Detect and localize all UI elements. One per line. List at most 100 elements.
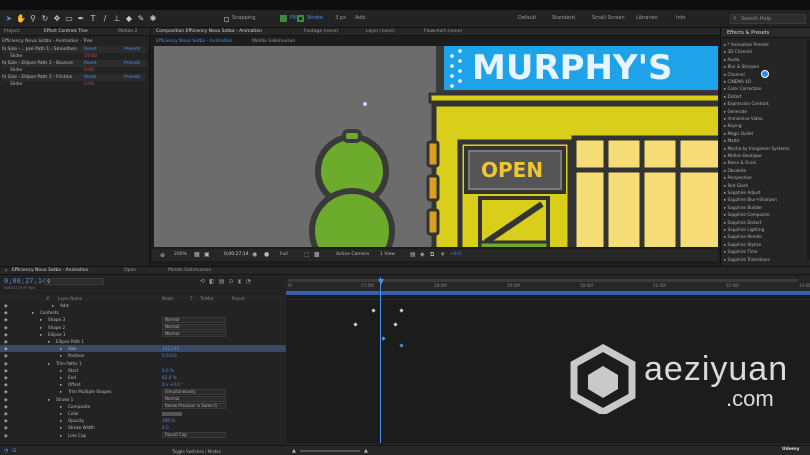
twirl-arrow-icon[interactable]: ▸ (32, 309, 34, 316)
playhead-line[interactable] (380, 277, 381, 443)
twirl-arrow-icon[interactable]: ▸ (60, 388, 62, 395)
pen-icon[interactable]: ✒ (76, 13, 86, 24)
property-value[interactable]: 0.0 % (162, 367, 174, 374)
slider-value[interactable]: 19.00 (84, 53, 97, 60)
twirl-arrow-icon[interactable]: ▸ (60, 367, 62, 374)
visibility-eye-icon[interactable]: ◉ (4, 331, 8, 338)
layer-property-row[interactable]: ◉ ▸ Stroke Width 4.0 (0, 424, 286, 431)
twirl-arrow-icon[interactable]: ▸ (60, 381, 62, 388)
visibility-eye-icon[interactable]: ◉ (4, 403, 8, 410)
visibility-eye-icon[interactable]: ◉ (4, 410, 8, 417)
hand-icon[interactable]: ✋ (16, 13, 26, 24)
slider-row[interactable]: Slider 19.00 (2, 53, 146, 60)
col-t[interactable]: T (190, 295, 192, 302)
effect-row[interactable]: fx Size - Ellipse Path 1 - Friction Reset… (2, 74, 146, 81)
mode-dropdown[interactable]: Normal (162, 396, 226, 403)
layer-property-row[interactable]: ◉ ▸ Ellipse Path 1 (0, 338, 286, 345)
preset-category-item[interactable]: ▸ Color Correction (724, 86, 761, 92)
color-icon[interactable]: ● (264, 251, 269, 258)
visibility-eye-icon[interactable]: ◉ (4, 302, 8, 309)
flowchart-icon[interactable]: ⧉ (430, 251, 434, 259)
preset-category-item[interactable]: ▸ Sapphire Adjust (724, 190, 760, 196)
layer-property-row[interactable]: ◉ ▸ Position 0.0,0.0 (0, 352, 286, 359)
snapping-checkbox[interactable] (224, 17, 229, 22)
keyframe[interactable] (393, 322, 398, 327)
preset-category-item[interactable]: ▸ 3D Channel (724, 49, 752, 55)
effect-reset[interactable]: Reset (84, 74, 97, 81)
type-icon[interactable]: T (88, 13, 98, 24)
brush-icon[interactable]: / (100, 13, 110, 24)
visibility-eye-icon[interactable]: ◉ (4, 360, 8, 367)
preset-category-item[interactable]: ▸ Blur & Sharpen (724, 64, 759, 70)
preset-category-item[interactable]: ▸ Sapphire Time (724, 249, 758, 255)
tab-timeline-middle[interactable]: Middle Sailnhussen (168, 268, 211, 273)
tab-timeline-open[interactable]: Open (124, 268, 136, 273)
preset-category-item[interactable]: ▸ Sapphire Composite (724, 212, 770, 218)
camera-dropdown[interactable]: Active Camera (336, 252, 369, 257)
close-icon[interactable]: ✕ (4, 268, 8, 274)
workspace-info[interactable]: Info (676, 15, 685, 21)
keyframe[interactable] (353, 322, 358, 327)
twirl-arrow-icon[interactable]: ▸ (60, 432, 62, 439)
workspace-standard[interactable]: Standard (552, 15, 575, 21)
viewer-timecode[interactable]: 0;00;27;14 (224, 252, 249, 257)
preset-category-item[interactable]: ▸ CINEMA 4D (724, 79, 751, 85)
property-value[interactable]: 100 % (162, 417, 175, 424)
search-help-input[interactable]: ⚲ Search Help (730, 14, 806, 24)
preset-category-item[interactable]: ▸ Noise & Grain (724, 160, 756, 166)
tab-motion[interactable]: Motion 2 (118, 29, 138, 34)
twirl-arrow-icon[interactable]: ▸ (60, 403, 62, 410)
workspace-libraries[interactable]: Libraries (636, 15, 658, 21)
preset-category-item[interactable]: ▸ Distort (724, 94, 742, 100)
twirl-arrow-icon[interactable]: ▸ (60, 417, 62, 424)
layer-property-row[interactable]: ◉ ▸ Opacity 100 % (0, 417, 286, 424)
preset-category-item[interactable]: ▸ Mocha by Imagineer Systems (724, 146, 789, 152)
slider-row[interactable]: Slider 0.00 (2, 81, 146, 88)
preset-category-item[interactable]: ▸ Matte (724, 138, 739, 144)
exposure-value[interactable]: +0.0 (450, 252, 461, 257)
layer-property-row[interactable]: ◉ ▸ Shape 2 Normal (0, 324, 286, 331)
layer-property-row[interactable]: ◉ ▸ Shape 3 Normal (0, 316, 286, 323)
fill-label[interactable]: Fill (290, 15, 297, 21)
layer-property-row[interactable]: ◉ ▸ Line Cap Round Cap (0, 432, 286, 439)
effect-presets[interactable]: Presets (124, 74, 140, 81)
twirl-arrow-icon[interactable]: ▸ (40, 316, 42, 323)
twirl-arrow-icon[interactable]: ▸ (48, 396, 50, 403)
layout-icon[interactable]: ▤ (410, 251, 416, 258)
keyframe[interactable] (399, 308, 404, 313)
layer-property-row[interactable]: ◉ ▸ Composite Below Previous in Same G (0, 403, 286, 410)
roto-icon[interactable]: ✎ (136, 13, 146, 24)
visibility-eye-icon[interactable]: ◉ (4, 345, 8, 352)
layer-property-row[interactable]: ◉ ▸ Size 142,142 (0, 345, 286, 353)
preset-category-item[interactable]: ▸ Sapphire Distort (724, 220, 761, 226)
zoom-in-icon[interactable]: ▲ (364, 448, 368, 454)
preset-category-item[interactable]: ▸ Obsolete (724, 168, 746, 174)
visibility-eye-icon[interactable]: ◉ (4, 417, 8, 424)
preset-category-item[interactable]: ▸ Sapphire Blur+Sharpen (724, 197, 777, 203)
twirl-arrow-icon[interactable]: ▸ (48, 338, 50, 345)
tab-footage[interactable]: Footage (none) (304, 29, 338, 34)
orbit-icon[interactable]: ↻ (40, 13, 50, 24)
visibility-eye-icon[interactable]: ◉ (4, 374, 8, 381)
col-layer-name[interactable]: Layer Name (58, 295, 82, 302)
mode-dropdown[interactable]: Normal (162, 324, 226, 331)
visibility-eye-icon[interactable]: ◉ (4, 338, 8, 345)
preset-category-item[interactable]: ▸ Sapphire Builder (724, 205, 762, 211)
visibility-eye-icon[interactable]: ◉ (4, 352, 8, 359)
property-value[interactable]: 4.0 (162, 424, 169, 431)
preset-category-item[interactable]: ▸ * Animation Presets (724, 42, 769, 48)
preset-category-item[interactable]: ▸ Immersive Video (724, 116, 763, 122)
mode-dropdown[interactable]: Normal (162, 331, 226, 338)
preset-category-item[interactable]: ▸ Sapphire Stylize (724, 242, 761, 248)
fill-swatch[interactable] (280, 15, 287, 22)
visibility-eye-icon[interactable]: ◉ (4, 324, 8, 331)
layer-property-row[interactable]: ◉ ▸ Trim Multiple Shapes Simultaneously (0, 388, 286, 395)
layer-property-row[interactable]: ◉ ▸ Offset 0 x +0.0 ° (0, 381, 286, 388)
pan-icon[interactable]: ✥ (52, 13, 62, 24)
twirl-arrow-icon[interactable]: ▸ (60, 352, 62, 359)
property-value[interactable]: 0 x +0.0 ° (162, 381, 183, 388)
twirl-arrow-icon[interactable]: ▸ (40, 324, 42, 331)
layer-property-row[interactable]: ◉ ▸ Add: (0, 302, 286, 309)
comp-subtab-animation[interactable]: Efficiency Nova Sotba - Animation (156, 37, 233, 46)
layer-property-row[interactable]: ◉ ▸ Ellipse 1 Normal (0, 331, 286, 338)
